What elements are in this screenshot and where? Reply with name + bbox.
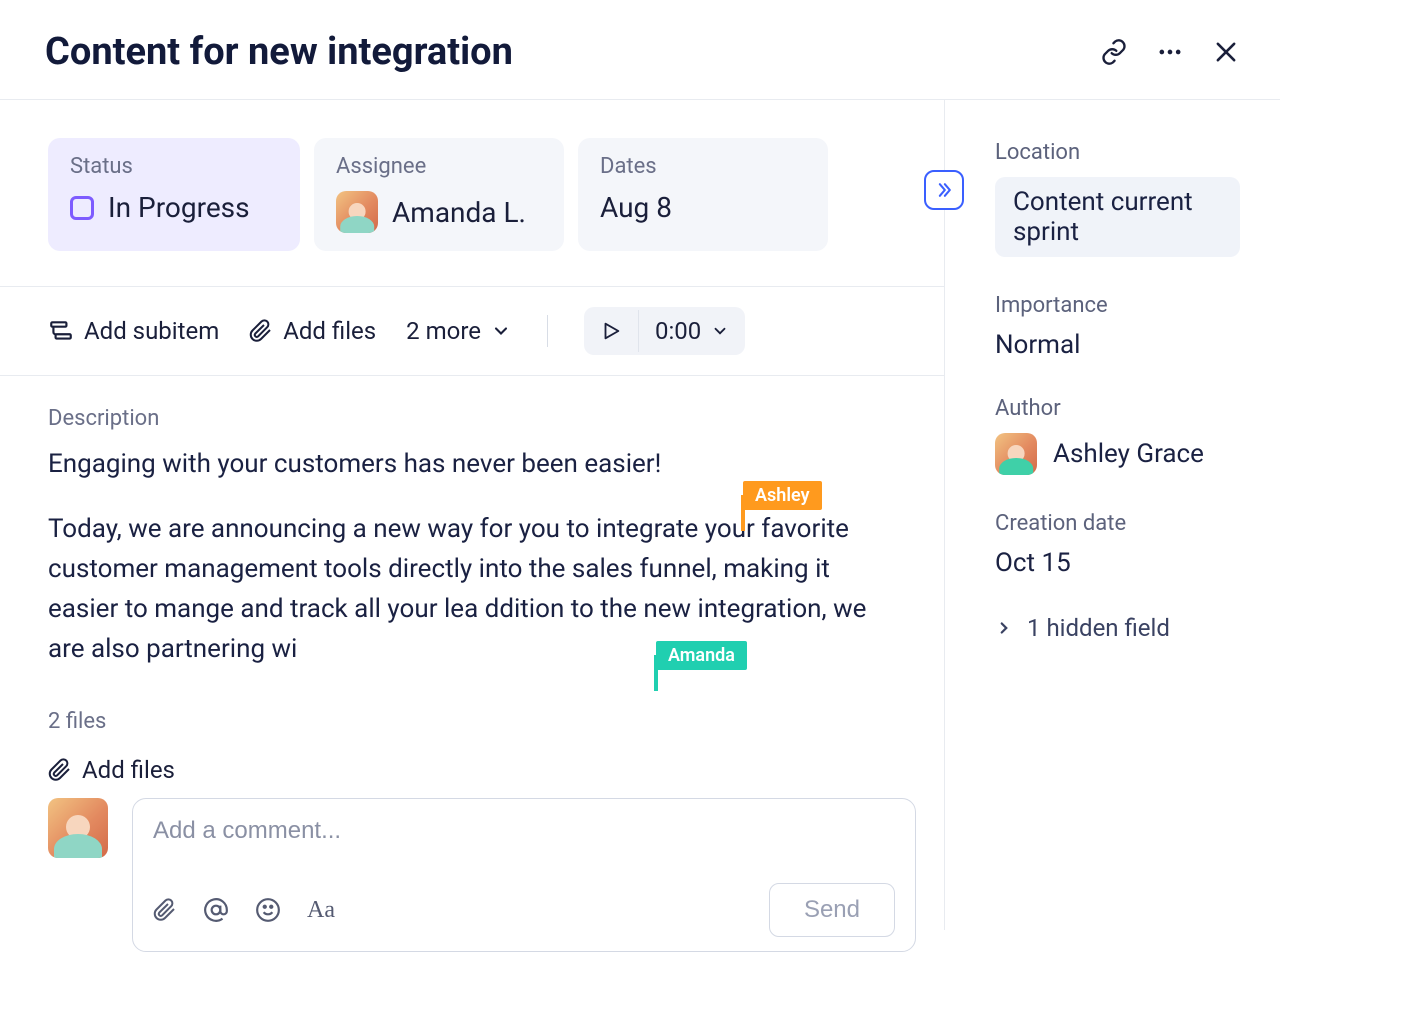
dates-label: Dates — [600, 154, 804, 179]
importance-value[interactable]: Normal — [995, 330, 1240, 360]
add-files-button[interactable]: Add files — [249, 317, 376, 345]
status-text: In Progress — [108, 191, 250, 224]
comment-box: Aa Send — [132, 798, 916, 952]
timer-dropdown[interactable]: 0:00 — [639, 307, 745, 355]
description-p1[interactable]: Engaging with your customers has never b… — [48, 449, 661, 479]
chevron-right-icon — [995, 619, 1013, 637]
location-value[interactable]: Content current sprint — [995, 177, 1240, 257]
add-subitem-label: Add subitem — [84, 317, 219, 345]
timer-play-button[interactable] — [584, 310, 639, 352]
collab-tag-ashley: Ashley — [743, 481, 822, 510]
author-avatar — [995, 433, 1037, 475]
mention-icon[interactable] — [203, 897, 229, 923]
author-field: Author Ashley Grace — [995, 396, 1240, 475]
status-value: In Progress — [70, 191, 276, 224]
add-files-inline-button[interactable]: Add files — [48, 756, 904, 784]
property-cards: Status In Progress Assignee Amanda L. Da… — [0, 100, 944, 287]
location-field: Location Content current sprint — [995, 140, 1240, 257]
importance-label: Importance — [995, 293, 1240, 318]
importance-field: Importance Normal — [995, 293, 1240, 360]
chevron-down-icon — [711, 322, 729, 340]
divider — [547, 315, 548, 347]
action-row: Add subitem Add files 2 more 0:00 — [0, 287, 944, 376]
assignee-name: Amanda L. — [392, 196, 526, 229]
description-section: Description Ashley Amanda Engaging with … — [0, 376, 944, 784]
paperclip-icon — [48, 758, 72, 782]
status-card[interactable]: Status In Progress — [48, 138, 300, 251]
more-actions-button[interactable]: 2 more — [406, 317, 511, 345]
author-label: Author — [995, 396, 1240, 421]
main-panel: Status In Progress Assignee Amanda L. Da… — [0, 100, 945, 930]
hidden-field-toggle[interactable]: 1 hidden field — [995, 614, 1240, 642]
add-subitem-button[interactable]: Add subitem — [48, 317, 219, 345]
author-name: Ashley Grace — [1053, 439, 1204, 469]
more-icon[interactable] — [1156, 38, 1184, 66]
hidden-field-label: 1 hidden field — [1027, 614, 1170, 642]
subitem-icon — [48, 318, 74, 344]
add-files-inline-label: Add files — [82, 756, 175, 784]
assignee-value: Amanda L. — [336, 191, 540, 233]
creation-date-field: Creation date Oct 15 — [995, 511, 1240, 578]
creation-date-label: Creation date — [995, 511, 1240, 536]
paperclip-icon — [249, 319, 273, 343]
location-label: Location — [995, 140, 1240, 165]
comment-icons: Aa — [153, 897, 335, 924]
files-count: 2 files — [48, 709, 904, 734]
creation-date-value: Oct 15 — [995, 548, 1240, 578]
comment-input[interactable] — [153, 817, 895, 845]
attach-icon[interactable] — [153, 898, 177, 922]
chevron-down-icon — [491, 321, 511, 341]
page-title: Content for new integration — [45, 30, 513, 74]
header: Content for new integration — [0, 0, 1280, 100]
emoji-icon[interactable] — [255, 897, 281, 923]
collab-tag-amanda: Amanda — [656, 641, 747, 670]
timer-value: 0:00 — [655, 317, 701, 345]
description-label: Description — [48, 406, 904, 431]
assignee-avatar — [336, 191, 378, 233]
dates-value: Aug 8 — [600, 191, 804, 224]
sidebar: Location Content current sprint Importan… — [945, 100, 1280, 930]
close-icon[interactable] — [1212, 38, 1240, 66]
comment-avatar — [48, 798, 108, 858]
comment-row: Aa Send — [0, 784, 944, 952]
dates-text: Aug 8 — [600, 191, 672, 224]
comment-toolbar: Aa Send — [153, 883, 895, 937]
header-actions — [1100, 38, 1240, 66]
send-button[interactable]: Send — [769, 883, 895, 937]
status-label: Status — [70, 154, 276, 179]
timer: 0:00 — [584, 307, 745, 355]
format-icon[interactable]: Aa — [307, 897, 335, 924]
body: Status In Progress Assignee Amanda L. Da… — [0, 100, 1280, 930]
link-icon[interactable] — [1100, 38, 1128, 66]
assignee-card[interactable]: Assignee Amanda L. — [314, 138, 564, 251]
author-value[interactable]: Ashley Grace — [995, 433, 1240, 475]
dates-card[interactable]: Dates Aug 8 — [578, 138, 828, 251]
play-icon — [600, 320, 622, 342]
collapse-sidebar-button[interactable] — [924, 170, 964, 210]
more-actions-label: 2 more — [406, 317, 481, 345]
assignee-label: Assignee — [336, 154, 540, 179]
add-files-label: Add files — [283, 317, 376, 345]
description-p2[interactable]: Today, we are announcing a new way for y… — [48, 509, 904, 669]
status-checkbox-icon[interactable] — [70, 196, 94, 220]
